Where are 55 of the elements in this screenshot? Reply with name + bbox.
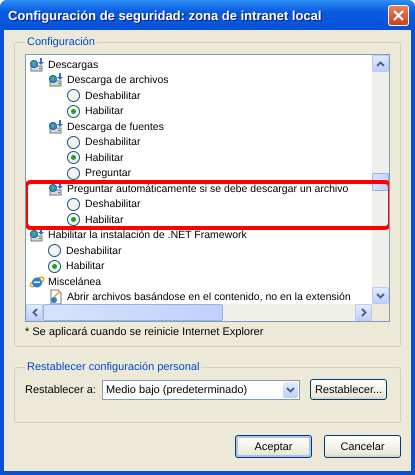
scrollbar-corner: [372, 304, 389, 321]
chevron-left-icon: [32, 308, 38, 317]
option-label: Habilitar: [85, 105, 124, 118]
close-icon: [392, 8, 405, 22]
vertical-scrollbar[interactable]: [372, 55, 389, 304]
reset-button[interactable]: Restablecer...: [310, 379, 388, 400]
option-label: Habilitar: [66, 260, 105, 272]
reset-label: Restablecer a:: [25, 384, 96, 396]
setting-label: Descarga de archivos: [67, 74, 169, 86]
option-label: Deshabilitar: [85, 136, 140, 148]
horizontal-scrollbar[interactable]: [26, 304, 372, 321]
scroll-left-button[interactable]: [26, 304, 43, 321]
cancel-button[interactable]: Cancelar: [324, 435, 401, 458]
close-button[interactable]: [388, 4, 409, 26]
chevron-up-icon: [376, 60, 385, 66]
chevron-down-icon: [376, 292, 385, 298]
chevron-right-icon: [360, 308, 366, 317]
setting-label: Miscelánea: [48, 276, 102, 288]
radio-button[interactable]: [67, 166, 80, 180]
setting-label: Preguntar automáticamente si se debe descargar un archivo: [67, 182, 348, 195]
radio-button[interactable]: [67, 151, 80, 164]
chevron-down-icon: [286, 386, 295, 392]
browser-e-icon: [29, 274, 45, 290]
radio-button[interactable]: [67, 213, 80, 226]
restart-note: * Se aplicará cuando se reinicie Internet Explorer: [25, 326, 264, 338]
option-label: Habilitar: [85, 214, 124, 226]
option-label: Deshabilitar: [66, 244, 122, 257]
scroll-right-button[interactable]: [355, 304, 372, 321]
option-label: Habilitar: [85, 152, 124, 164]
scroll-up-button[interactable]: [372, 55, 389, 72]
ok-button[interactable]: Aceptar: [235, 435, 312, 458]
setting-label: Descarga de fuentes: [67, 120, 164, 133]
scroll-down-button[interactable]: [372, 287, 389, 304]
radio-button[interactable]: [67, 104, 80, 118]
download-setting-icon: [48, 72, 64, 88]
group-title: Configuración: [26, 36, 96, 48]
setting-label: Abrir archivos basándose en el contenido, no en la extensión: [67, 291, 351, 304]
setting-label: Descargas: [48, 58, 98, 71]
level-dropdown[interactable]: Medio bajo (predeterminado): [102, 380, 300, 400]
option-label: Deshabilitar: [85, 198, 140, 210]
download-setting-icon: [29, 227, 45, 244]
window-title: Configuración de seguridad: zona de intranet local: [8, 8, 322, 22]
radio-button[interactable]: [67, 89, 80, 102]
download-setting-icon: [29, 56, 45, 73]
document-icon: [48, 289, 64, 306]
download-setting-icon: [48, 118, 64, 135]
option-label: Deshabilitar: [85, 90, 140, 102]
option-label: Preguntar: [85, 167, 132, 180]
radio-button[interactable]: [48, 260, 61, 273]
group-title: Restablecer configuración personal: [26, 361, 200, 373]
radio-button[interactable]: [67, 198, 80, 211]
radio-button[interactable]: [67, 136, 80, 149]
setting-label: Habilitar la instalación de .NET Framework: [48, 229, 247, 242]
scroll-thumb[interactable]: [43, 304, 223, 321]
radio-button[interactable]: [48, 244, 61, 258]
